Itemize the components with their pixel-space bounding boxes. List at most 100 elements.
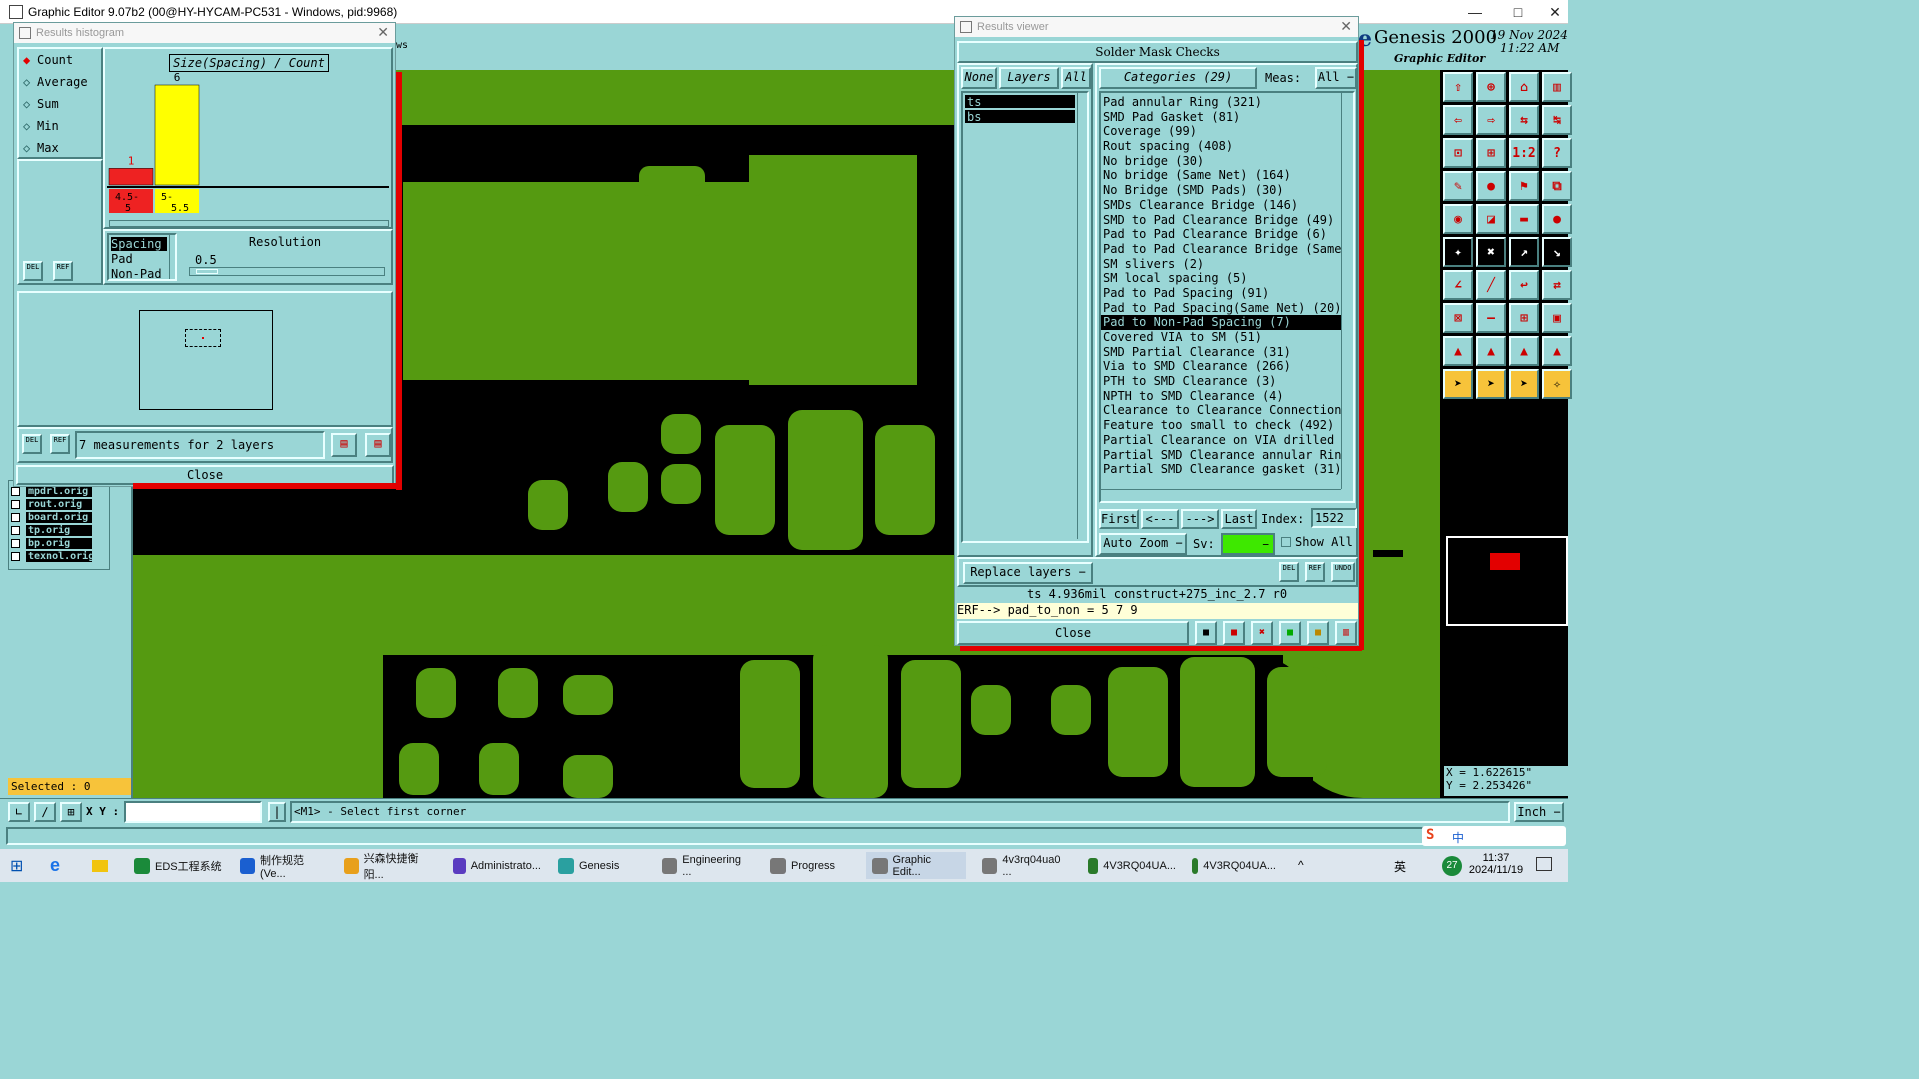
del-button-2[interactable]: DEL <box>22 434 42 454</box>
category-item[interactable]: Pad to Non-Pad Spacing (7) <box>1101 315 1341 330</box>
histogram-bar[interactable] <box>154 84 200 186</box>
toolbar-tool-button[interactable]: ✧ <box>1542 369 1572 399</box>
category-item[interactable]: SMDs Clearance Bridge (146) <box>1101 198 1341 213</box>
category-item[interactable]: Clearance to Clearance Connection <box>1101 403 1341 418</box>
toolbar-tool-button[interactable]: ⚑ <box>1509 171 1539 201</box>
category-item[interactable]: Via to SMD Clearance (266) <box>1101 359 1341 374</box>
toolbar-tool-button[interactable]: ◪ <box>1476 204 1506 234</box>
category-item[interactable]: NPTH to SMD Clearance (4) <box>1101 389 1341 404</box>
refresh-icon-button[interactable]: ■ <box>1279 621 1301 645</box>
category-item[interactable]: Partial SMD Clearance gasket (31) <box>1101 462 1341 477</box>
layer-row[interactable]: board.orig <box>11 511 92 524</box>
category-item[interactable]: Pad to Pad Clearance Bridge (Same <box>1101 242 1341 257</box>
toolbar-tool-button[interactable]: ⇨ <box>1476 105 1506 135</box>
ime-toolbar[interactable]: S 中 <box>1422 826 1566 846</box>
toolbar-tool-button[interactable]: ● <box>1542 204 1572 234</box>
attr-item[interactable]: Non-Pad <box>111 267 167 281</box>
toolbar-tool-button[interactable]: ⇄ <box>1542 270 1572 300</box>
category-item[interactable]: Partial Clearance on VIA drilled <box>1101 433 1341 448</box>
del-button[interactable]: DEL <box>23 261 43 281</box>
toolbar-tool-button[interactable]: ⊕ <box>1476 72 1506 102</box>
category-item[interactable]: Feature too small to check (492) <box>1101 418 1341 433</box>
toolbar-tool-button[interactable]: ▲ <box>1509 336 1539 366</box>
map-icon-button[interactable]: ■ <box>1223 621 1245 645</box>
taskbar-app-button[interactable]: 4V3RQ04UA... <box>1186 852 1282 879</box>
toolbar-tool-button[interactable]: ▥ <box>1542 72 1572 102</box>
overview-map[interactable] <box>1446 536 1568 626</box>
category-item[interactable]: SM slivers (2) <box>1101 257 1341 272</box>
histogram-icon-button[interactable]: ▥ <box>1335 621 1357 645</box>
toolbar-tool-button[interactable]: ⌂ <box>1509 72 1539 102</box>
undo-button[interactable]: UNDO <box>1331 562 1355 582</box>
taskbar-app-button[interactable]: Administrato... <box>447 852 547 879</box>
replace-layers-select[interactable]: Replace layers − <box>963 562 1093 584</box>
toolbar-tool-button[interactable]: ↗ <box>1509 237 1539 267</box>
result-layer-item[interactable]: bs <box>965 110 1075 124</box>
explorer-pin[interactable] <box>86 852 114 879</box>
category-item[interactable]: Pad to Pad Spacing (91) <box>1101 286 1341 301</box>
attr-scrollbar[interactable] <box>169 235 177 279</box>
category-item[interactable]: No Bridge (SMD Pads) (30) <box>1101 183 1341 198</box>
toolbar-tool-button[interactable]: ↩ <box>1509 270 1539 300</box>
zoom-chart-icon-button[interactable]: ▤ <box>365 433 391 457</box>
toolbar-tool-button[interactable]: ▲ <box>1443 336 1473 366</box>
category-item[interactable]: Pad annular Ring (321) <box>1101 95 1341 110</box>
toolbar-tool-button[interactable]: ● <box>1476 171 1506 201</box>
toolbar-tool-button[interactable]: ↹ <box>1542 105 1572 135</box>
taskbar-app-button[interactable]: 兴森快捷衡阳... <box>338 852 438 881</box>
meas-select[interactable]: All − <box>1315 67 1357 89</box>
toolbar-tool-button[interactable]: ? <box>1542 138 1572 168</box>
category-hscrollbar[interactable] <box>1101 489 1341 499</box>
category-item[interactable]: Partial SMD Clearance annular Rin <box>1101 448 1341 463</box>
minimize-button[interactable]: — <box>1460 2 1490 22</box>
close-window-button[interactable]: ✕ <box>1540 2 1570 22</box>
sv-color-select[interactable]: − <box>1221 533 1275 555</box>
close-icon[interactable]: ✕ <box>1340 18 1352 35</box>
layer-checkbox[interactable] <box>11 552 20 561</box>
layer-checkbox[interactable] <box>11 539 20 548</box>
filter-icon-button[interactable]: ✖ <box>1251 621 1273 645</box>
histogram-bar[interactable] <box>108 168 154 186</box>
toolbar-tool-button[interactable]: ⊞ <box>1509 303 1539 333</box>
category-item[interactable]: Rout spacing (408) <box>1101 139 1341 154</box>
notification-badge[interactable]: 27 <box>1442 856 1462 876</box>
toolbar-tool-button[interactable]: ⇧ <box>1443 72 1473 102</box>
layers-scrollbar[interactable] <box>1077 93 1087 539</box>
toolbar-tool-button[interactable]: ⊡ <box>1443 138 1473 168</box>
maximize-button[interactable]: □ <box>1503 2 1533 22</box>
category-scrollbar[interactable] <box>1341 93 1351 489</box>
mode-option[interactable]: ◆ Count <box>23 53 73 67</box>
notes-icon-button[interactable]: ■ <box>1307 621 1329 645</box>
taskbar-app-button[interactable]: Graphic Edit... <box>866 852 966 879</box>
toolbar-tool-button[interactable]: 1:2 <box>1509 138 1539 168</box>
taskbar-app-button[interactable]: 4v3rq04ua0 ... <box>976 852 1076 879</box>
taskbar-app-button[interactable]: Progress <box>764 852 864 879</box>
ime-indicator[interactable]: 英 <box>1394 858 1406 875</box>
toolbar-tool-button[interactable]: ⇦ <box>1443 105 1473 135</box>
category-item[interactable]: No bridge (30) <box>1101 154 1341 169</box>
last-button[interactable]: Last <box>1221 509 1257 529</box>
del-button-3[interactable]: DEL <box>1279 562 1299 582</box>
show-all-checkbox[interactable] <box>1281 537 1291 547</box>
mode-option[interactable]: ◇ Max <box>23 141 59 155</box>
toolbar-tool-button[interactable]: ➤ <box>1476 369 1506 399</box>
ref-button-3[interactable]: REF <box>1305 562 1325 582</box>
input-toggle-button[interactable]: | <box>268 802 286 822</box>
layer-checkbox[interactable] <box>11 526 20 535</box>
toolbar-tool-button[interactable]: ▲ <box>1476 336 1506 366</box>
histogram-close-button[interactable]: Close <box>16 465 394 485</box>
chart-icon-button[interactable]: ▤ <box>331 433 357 457</box>
index-input[interactable]: 1522 <box>1311 508 1357 528</box>
next-button[interactable]: ---> <box>1181 509 1219 529</box>
category-item[interactable]: SMD to Pad Clearance Bridge (49) <box>1101 213 1341 228</box>
units-select[interactable]: Inch − <box>1514 802 1564 822</box>
taskbar-clock[interactable]: 11:37 2024/11/19 <box>1468 852 1524 876</box>
toolbar-tool-button[interactable]: ╱ <box>1476 270 1506 300</box>
layer-checkbox[interactable] <box>11 500 20 509</box>
layer-row[interactable]: bp.orig <box>11 537 92 550</box>
toolbar-tool-button[interactable]: ✖ <box>1476 237 1506 267</box>
close-icon[interactable]: ✕ <box>377 24 389 41</box>
tray-chevron-icon[interactable]: ^ <box>1298 858 1304 872</box>
toolbar-tool-button[interactable]: ∠ <box>1443 270 1473 300</box>
category-item[interactable]: SM local spacing (5) <box>1101 271 1341 286</box>
